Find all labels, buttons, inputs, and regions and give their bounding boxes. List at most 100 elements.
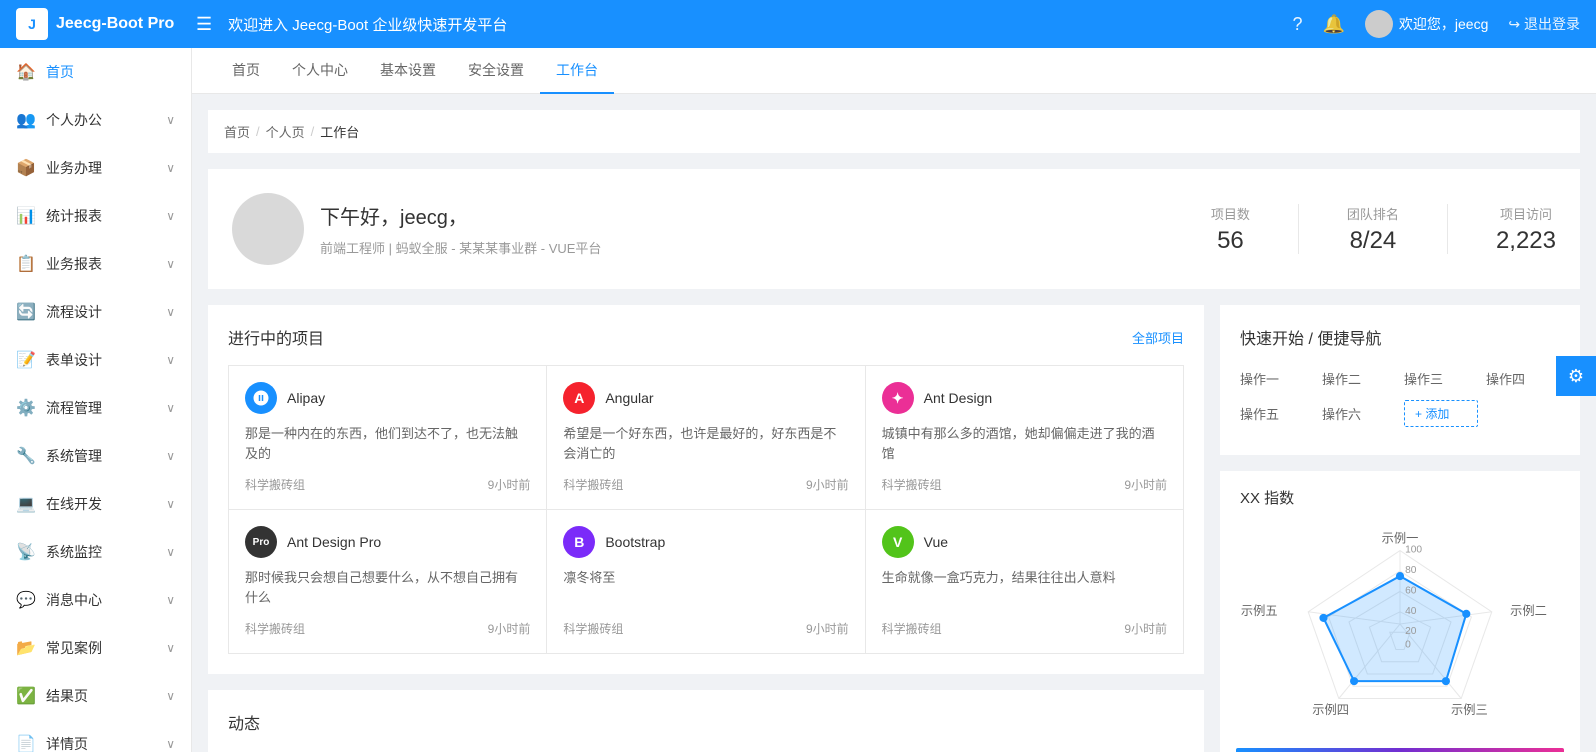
sidebar-label: 系统管理	[46, 446, 102, 466]
tab-home[interactable]: 首页	[216, 48, 276, 94]
quick-nav-item-1[interactable]: 操作一	[1240, 365, 1314, 392]
sidebar-label: 在线开发	[46, 494, 102, 514]
projects-title: 进行中的项目	[228, 325, 324, 349]
project-card-bootstrap[interactable]: B Bootstrap 凛冬将至 科学搬砖组 9小时前	[547, 510, 864, 653]
dynamic-card: 动态 Barbara Lee 在 白酱渐进开发组 更新 英组计划	[208, 690, 1204, 752]
chevron-icon: ∨	[166, 401, 175, 415]
svg-text:80: 80	[1405, 565, 1417, 576]
breadcrumb-home[interactable]: 首页	[224, 122, 250, 141]
sidebar-label: 消息中心	[46, 590, 102, 610]
svg-text:100: 100	[1405, 545, 1422, 556]
sidebar-item-sys-monitor[interactable]: 📡 系统监控 ∨	[0, 528, 191, 576]
tab-personal[interactable]: 个人中心	[276, 48, 364, 94]
alipay-logo	[245, 382, 277, 414]
project-name-bootstrap: Bootstrap	[605, 534, 665, 550]
stat-value-rank: 8/24	[1347, 227, 1399, 255]
help-icon[interactable]: ?	[1292, 14, 1302, 35]
stat-projects: 项目数 56	[1211, 204, 1250, 255]
stat-team-rank: 团队排名 8/24	[1347, 204, 1399, 255]
project-group-antdesign: 科学搬砖组	[882, 476, 942, 493]
sidebar-label: 结果页	[46, 686, 88, 706]
chevron-icon: ∨	[166, 641, 175, 655]
chevron-icon: ∨	[166, 449, 175, 463]
sidebar-item-detail[interactable]: 📄 详情页 ∨	[0, 720, 191, 752]
box-icon: 📦	[16, 158, 36, 178]
sidebar-item-form-design[interactable]: 📝 表单设计 ∨	[0, 336, 191, 384]
sidebar-item-home[interactable]: 🏠 首页	[0, 48, 191, 96]
logout-button[interactable]: ↪ 退出登录	[1508, 14, 1580, 34]
tab-security[interactable]: 安全设置	[452, 48, 540, 94]
project-group-alipay: 科学搬砖组	[245, 476, 305, 493]
chevron-icon: ∨	[166, 689, 175, 703]
quick-nav-item-2[interactable]: 操作二	[1322, 365, 1396, 392]
sidebar-item-result[interactable]: ✅ 结果页 ∨	[0, 672, 191, 720]
tab-workspace[interactable]: 工作台	[540, 48, 614, 94]
laptop-icon: 💻	[16, 494, 36, 514]
project-time-alipay: 9小时前	[488, 476, 531, 493]
sidebar-item-flow-design[interactable]: 🔄 流程设计 ∨	[0, 288, 191, 336]
breadcrumb-personal[interactable]: 个人页	[266, 122, 305, 141]
project-time-antdesign: 9小时前	[1124, 476, 1167, 493]
signal-icon: 📡	[16, 542, 36, 562]
sidebar-item-messages[interactable]: 💬 消息中心 ∨	[0, 576, 191, 624]
projects-card: 进行中的项目 全部项目 Alipay	[208, 305, 1204, 674]
quick-nav-item-4[interactable]: 操作四	[1486, 365, 1560, 392]
project-card-antdesignpro[interactable]: Pro Ant Design Pro 那时候我只会想自己想要什么，从不想自己拥有…	[229, 510, 546, 653]
project-card-angular[interactable]: A Angular 希望是一个好东西，也许是最好的，好东西是不会消亡的 科学搬砖…	[547, 366, 864, 509]
all-projects-link[interactable]: 全部项目	[1132, 328, 1184, 347]
project-card-alipay[interactable]: Alipay 那是一种内在的东西，他们到达不了，也无法触及的 科学搬砖组 9小时…	[229, 366, 546, 509]
project-card-vue[interactable]: V Vue 生命就像一盒巧克力，结果往往出人意料 科学搬砖组 9小时前	[866, 510, 1183, 653]
vue-logo: V	[882, 526, 914, 558]
quick-nav-item-5[interactable]: 操作五	[1240, 400, 1314, 427]
project-name-antdesign: Ant Design	[924, 390, 992, 406]
sidebar-label: 统计报表	[46, 206, 102, 226]
content-area: 首页 / 个人页 / 工作台 下午好，jeecg， 前端工程师 | 蚂蚁全服 -…	[192, 94, 1596, 752]
sidebar-item-business-report[interactable]: 📋 业务报表 ∨	[0, 240, 191, 288]
settings-float-button[interactable]: ⚙	[1556, 356, 1596, 396]
sidebar-label: 表单设计	[46, 350, 102, 370]
quick-nav-item-3[interactable]: 操作三	[1404, 365, 1478, 392]
project-time-bootstrap: 9小时前	[806, 620, 849, 637]
breadcrumb: 首页 / 个人页 / 工作台	[208, 110, 1580, 153]
stat-label-projects: 项目数	[1211, 204, 1250, 223]
chart-icon: 📊	[16, 206, 36, 226]
chevron-icon: ∨	[166, 593, 175, 607]
tab-basic-settings[interactable]: 基本设置	[364, 48, 452, 94]
project-desc-antdesign: 城镇中有那么多的酒馆，她却偏偏走进了我的酒馆	[882, 424, 1167, 464]
breadcrumb-sep2: /	[311, 124, 315, 139]
check-icon: ✅	[16, 686, 36, 706]
chevron-icon: ∨	[166, 113, 175, 127]
project-card-antdesign[interactable]: ✦ Ant Design 城镇中有那么多的酒馆，她却偏偏走进了我的酒馆 科学搬砖…	[866, 366, 1183, 509]
profile-section: 下午好，jeecg， 前端工程师 | 蚂蚁全服 - 某某某事业群 - VUE平台…	[208, 169, 1580, 289]
sidebar-item-personal-office[interactable]: 👥 个人办公 ∨	[0, 96, 191, 144]
tab-bar: 首页 个人中心 基本设置 安全设置 工作台	[192, 48, 1596, 94]
report-icon: 📋	[16, 254, 36, 274]
sidebar-label: 流程设计	[46, 302, 102, 322]
profile-avatar	[232, 193, 304, 265]
profile-info: 下午好，jeecg， 前端工程师 | 蚂蚁全服 - 某某某事业群 - VUE平台	[320, 201, 601, 257]
quick-nav-item-6[interactable]: 操作六	[1322, 400, 1396, 427]
sidebar-item-examples[interactable]: 📂 常见案例 ∨	[0, 624, 191, 672]
main-col: 进行中的项目 全部项目 Alipay	[208, 305, 1204, 752]
antdesign-logo: ✦	[882, 382, 914, 414]
sidebar-item-business[interactable]: 📦 业务办理 ∨	[0, 144, 191, 192]
menu-toggle-icon[interactable]: ☰	[196, 14, 212, 35]
chevron-icon: ∨	[166, 305, 175, 319]
bell-icon[interactable]: 🔔	[1322, 14, 1344, 35]
chevron-icon: ∨	[166, 161, 175, 175]
svg-text:示例一: 示例一	[1382, 531, 1419, 545]
bootstrap-logo: B	[563, 526, 595, 558]
chevron-icon: ∨	[166, 353, 175, 367]
project-name-angular: Angular	[605, 390, 653, 406]
sidebar-item-online-dev[interactable]: 💻 在线开发 ∨	[0, 480, 191, 528]
stat-visits: 项目访问 2,223	[1496, 204, 1556, 255]
project-name-alipay: Alipay	[287, 390, 325, 406]
add-nav-button[interactable]: + 添加	[1404, 400, 1478, 427]
sidebar-item-stats[interactable]: 📊 统计报表 ∨	[0, 192, 191, 240]
header-title: 欢迎进入 Jeecg-Boot 企业级快速开发平台	[228, 14, 1292, 35]
settings-icon: 🔧	[16, 446, 36, 466]
svg-text:示例三: 示例三	[1451, 703, 1488, 717]
sidebar-item-flow-mgmt[interactable]: ⚙️ 流程管理 ∨	[0, 384, 191, 432]
sidebar-item-sys-mgmt[interactable]: 🔧 系统管理 ∨	[0, 432, 191, 480]
sidebar-label-home: 首页	[46, 62, 74, 82]
